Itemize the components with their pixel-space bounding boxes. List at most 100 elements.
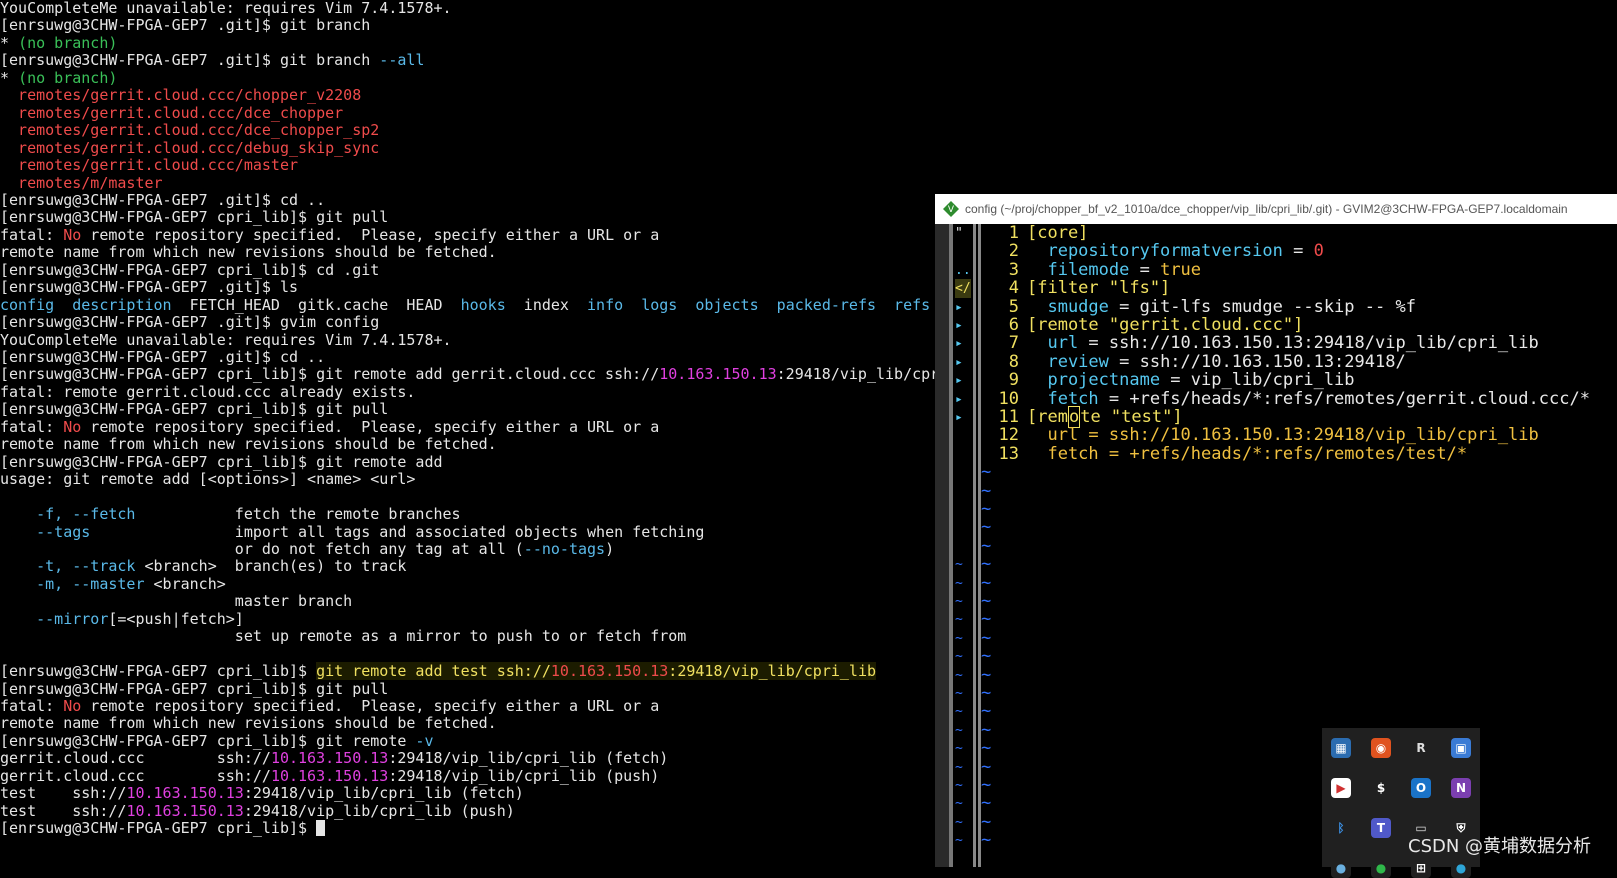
line-number: 5 xyxy=(1008,296,1019,317)
config-text: url xyxy=(1027,425,1079,446)
config-text: = git-lfs smudge --skip -- %f xyxy=(1108,296,1416,317)
bluetooth-icon[interactable]: ᛒ xyxy=(1331,818,1351,838)
outlook-icon-glyph: O xyxy=(1415,781,1427,795)
terminal-line: fatal: No remote repository specified. P… xyxy=(0,418,659,436)
terminal-text: * xyxy=(0,68,19,87)
display-app-icon[interactable]: ▣ xyxy=(1451,738,1471,758)
empty-line-tilde: ~ xyxy=(981,664,992,685)
empty-line-tilde: ~ xyxy=(981,462,992,483)
wechat-icon[interactable]: ● xyxy=(1371,858,1391,878)
windows-grid-icon[interactable]: ⊞ xyxy=(1411,858,1431,878)
terminal-line: --tags import all tags and associated ob… xyxy=(0,523,704,541)
config-line[interactable]: 5 smudge = git-lfs smudge --skip -- %f xyxy=(981,296,1416,317)
config-line[interactable]: 11 [remote "test"] xyxy=(981,406,1183,428)
terminal-line: gerrit.cloud.ccc ssh://10.163.150.13:294… xyxy=(0,767,659,785)
empty-line-tilde: ~ xyxy=(981,775,992,795)
terminal-window[interactable]: YouCompleteMe unavailable: requires Vim … xyxy=(0,0,935,867)
terminal-text: (no branch) xyxy=(18,68,118,87)
gvim-splitter-right[interactable] xyxy=(973,224,981,867)
tree-marker: ▸ xyxy=(955,336,963,352)
onenote-icon[interactable]: N xyxy=(1451,778,1471,798)
terminal-text: [enrsuwg@3CHW-FPGA-GEP7 cpri_lib]$ xyxy=(0,662,317,681)
dollar-app-icon[interactable]: $ xyxy=(1371,778,1391,798)
config-text: = vip_lib/cpri_lib xyxy=(1160,370,1355,391)
config-line[interactable]: 4 [filter "lfs"] xyxy=(981,279,1171,298)
empty-line-tilde: ~ xyxy=(981,738,992,759)
terminal-text: [enrsuwg@3CHW-FPGA-GEP7 cpri_lib]$ git r… xyxy=(0,365,660,384)
tree-marker: ▸ xyxy=(955,354,963,370)
config-line[interactable]: 6 [remote "gerrit.cloud.ccc"] xyxy=(981,316,1304,335)
bluetooth-icon-glyph: ᛒ xyxy=(1337,821,1345,835)
line-number: 10 xyxy=(998,388,1019,409)
tree-tilde: ~ xyxy=(955,778,963,793)
terminal-text: fatal: xyxy=(0,417,64,436)
terminal-line: config description FETCH_HEAD gitk.cache… xyxy=(0,296,930,314)
terminal-text: remote name from which new revisions sho… xyxy=(0,435,497,454)
empty-line-tilde: ~ xyxy=(981,554,992,575)
gvim-title-bar[interactable]: V config (~/proj/chopper_bf_v2_1010a/dce… xyxy=(935,194,1617,224)
config-line[interactable]: 12 url = ssh://10.163.150.13:29418/vip_l… xyxy=(981,426,1539,445)
terminal-text: set up remote as a mirror to push to or … xyxy=(0,627,687,646)
config-line[interactable]: 13 fetch = +refs/heads/*:refs/remotes/te… xyxy=(981,444,1468,464)
config-text: 0 xyxy=(1313,241,1324,262)
config-text: true xyxy=(1160,259,1202,280)
config-line[interactable]: 2 repositoryformatversion = 0 xyxy=(981,242,1324,261)
config-text: fetch xyxy=(1027,388,1099,409)
terminal-line: [enrsuwg@3CHW-FPGA-GEP7 cpri_lib]$ git r… xyxy=(0,365,935,383)
terminal-line: remotes/gerrit.cloud.ccc/dce_chopper_sp2 xyxy=(0,121,379,139)
terminal-text: YouCompleteMe unavailable: requires Vim … xyxy=(0,330,452,349)
onenote-icon-glyph: N xyxy=(1455,781,1467,795)
record-app-icon[interactable]: ◉ xyxy=(1371,738,1391,758)
edge-browser-icon[interactable]: ● xyxy=(1451,858,1471,878)
player-app-icon[interactable]: ▶ xyxy=(1331,778,1351,798)
terminal-line: YouCompleteMe unavailable: requires Vim … xyxy=(0,0,452,17)
tree-tilde: ~ xyxy=(955,722,963,738)
terminal-line: master branch xyxy=(0,592,352,610)
config-line[interactable]: 7 url = ssh://10.163.150.13:29418/vip_li… xyxy=(981,334,1539,353)
config-line[interactable]: 1 [core] xyxy=(981,224,1089,243)
globe-app-icon[interactable]: ● xyxy=(1331,858,1351,878)
line-number: 1 xyxy=(1008,224,1019,243)
gvim-app-icon: V xyxy=(943,201,959,217)
wechat-icon-glyph: ● xyxy=(1375,861,1387,875)
terminal-text: :29418/vip_lib/cpri_lib (push) xyxy=(388,766,660,785)
empty-line-tilde: ~ xyxy=(981,701,992,722)
config-line[interactable]: 8 review = ssh://10.163.150.13:29418/ xyxy=(981,351,1406,372)
network-monitor-icon[interactable]: ▦ xyxy=(1331,738,1351,758)
rs-app-icon[interactable]: R xyxy=(1411,738,1431,758)
teams-icon[interactable]: T xyxy=(1371,818,1391,838)
config-text: filemode xyxy=(1027,259,1130,280)
config-line[interactable]: 9 projectname = vip_lib/cpri_lib xyxy=(981,371,1355,390)
terminal-text: fatal: xyxy=(0,225,64,244)
file-tree-pane[interactable]: ".. </▸ ▸ ▸ ▸ ▸ ▸ ▸ ~ ~ ~ ~ ~ ~ ~ ~ ~ ~ ~ ~ ~ ~ ~ ~ xyxy=(953,224,973,867)
terminal-line: test ssh://10.163.150.13:29418/vip_lib/c… xyxy=(0,802,515,820)
terminal-line: YouCompleteMe unavailable: requires Vim … xyxy=(0,331,452,349)
terminal-line: remotes/gerrit.cloud.ccc/master xyxy=(0,156,298,174)
gvim-editor-pane[interactable]: 1 [core] 2 repositoryformatversion = 03 fi… xyxy=(981,224,1617,867)
line-number: 11 xyxy=(998,407,1019,427)
config-line[interactable]: 3 filemode = true xyxy=(981,259,1202,280)
terminal-text: :29418/vip_lib/cpr xyxy=(776,365,935,384)
terminal-text: info logs objects packed-refs refs xyxy=(587,295,931,314)
config-text: [rem xyxy=(1027,407,1068,427)
edge-browser-icon-glyph: ● xyxy=(1455,861,1467,875)
terminal-text: YouCompleteMe unavailable: requires Vim … xyxy=(0,0,452,17)
gvim-window[interactable]: V config (~/proj/chopper_bf_v2_1010a/dce… xyxy=(935,194,1617,867)
tree-marker: ▸ xyxy=(955,410,963,425)
tree-tilde: ~ xyxy=(955,833,963,849)
terminal-line: [enrsuwg@3CHW-FPGA-GEP7 .git]$ cd .. xyxy=(0,191,325,209)
tree-marker: ▸ xyxy=(955,373,963,389)
terminal-text: * xyxy=(0,33,19,52)
terminal-text: fatal: xyxy=(0,697,64,715)
terminal-text: remotes/gerrit.cloud.ccc/dce_chopper xyxy=(0,103,344,122)
terminal-text: --all xyxy=(379,51,425,70)
line-number: 12 xyxy=(998,425,1019,446)
tree-tilde: ~ xyxy=(955,557,963,573)
terminal-text: No xyxy=(63,417,82,436)
empty-line-tilde: ~ xyxy=(981,591,992,611)
terminal-text: test ssh:// xyxy=(0,784,127,803)
config-text: review xyxy=(1027,351,1109,372)
outlook-icon[interactable]: O xyxy=(1411,778,1431,798)
